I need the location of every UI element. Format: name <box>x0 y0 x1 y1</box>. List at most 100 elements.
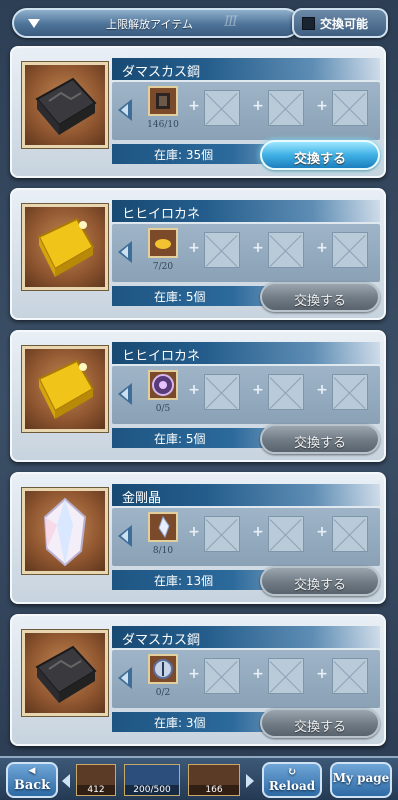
plus-icon: + <box>188 666 200 682</box>
requirement-item[interactable]: 0/5 <box>144 370 182 422</box>
exchange-label: 交換する <box>293 720 346 735</box>
plus-icon: + <box>188 98 200 114</box>
stock-count: 在庫: 5個 <box>154 290 206 304</box>
requirement-row: 146/10 + + + <box>112 82 380 140</box>
empty-slot <box>204 658 240 694</box>
damascus-steel-ore-icon <box>148 86 178 116</box>
exchange-button[interactable]: 交換する <box>260 708 380 738</box>
requirement-item[interactable]: 8/10 <box>144 512 182 564</box>
item-name: 金剛晶 <box>122 491 162 506</box>
requirement-item[interactable]: 0/2 <box>144 654 182 706</box>
compass-item-icon <box>148 654 178 684</box>
item-panel: ヒヒイロカネ 0/5 + + + 在庫: 5個 交換する <box>10 330 386 462</box>
reload-button[interactable]: ↻ Reload <box>262 762 322 798</box>
damascus-steel-icon[interactable] <box>22 62 108 148</box>
scroll-left-icon[interactable] <box>62 774 70 788</box>
requirement-item[interactable]: 146/10 <box>144 86 182 138</box>
plus-icon: + <box>188 382 200 398</box>
scroll-right-icon[interactable] <box>246 774 254 788</box>
empty-slot <box>332 658 368 694</box>
requirement-count: 0/2 <box>155 688 171 698</box>
arrow-left-icon <box>118 383 132 405</box>
back-arrow-icon: ◀ <box>28 766 36 776</box>
stock-count: 在庫: 13個 <box>154 574 214 588</box>
empty-slot <box>268 232 304 268</box>
item-name-bar: ダマスカス鋼 <box>112 58 380 80</box>
exchange-label: 交換する <box>293 436 346 451</box>
crystal-icon[interactable] <box>22 488 108 574</box>
plus-icon: + <box>252 666 264 682</box>
exchange-button[interactable]: 交換する <box>260 140 380 170</box>
filter-label: 上限解放アイテム <box>106 18 193 31</box>
requirement-row: 8/10 + + + <box>112 508 380 566</box>
reload-icon: ↻ <box>287 765 297 778</box>
item-panel: 金剛晶 8/10 + + + 在庫: 13個 交換する <box>10 472 386 604</box>
counter-slot-3: 166 <box>188 764 240 796</box>
hihiirokane-icon[interactable] <box>22 346 108 432</box>
item-name: ヒヒイロカネ <box>122 349 201 364</box>
requirement-count: 8/10 <box>152 546 174 556</box>
requirement-count: 146/10 <box>147 120 179 130</box>
plus-icon: + <box>188 240 200 256</box>
counter-slot-2: 200/500 <box>124 764 180 796</box>
item-panel: ヒヒイロカネ 7/20 + + + 在庫: 5個 交換する <box>10 188 386 320</box>
mypage-button[interactable]: My page <box>330 762 392 798</box>
header-bar: 上限解放アイテム Ⅲ 交換可能 <box>0 0 398 44</box>
dropdown-triangle-icon <box>28 19 40 28</box>
stock-count: 在庫: 3個 <box>154 716 206 730</box>
empty-slot <box>332 516 368 552</box>
plus-icon: + <box>252 524 264 540</box>
item-name-bar: ヒヒイロカネ <box>112 200 380 222</box>
empty-slot <box>332 90 368 126</box>
mypage-label: My page <box>332 771 390 785</box>
counter-slot-1: 412 <box>76 764 116 796</box>
arrow-left-icon <box>118 667 132 689</box>
plus-icon: + <box>252 382 264 398</box>
back-button[interactable]: ◀ Back <box>6 762 58 798</box>
stock-count: 在庫: 35個 <box>154 148 214 162</box>
requirement-row: 0/2 + + + <box>112 650 380 708</box>
item-panel: ダマスカス鋼 0/2 + + + 在庫: 3個 交換する <box>10 614 386 746</box>
checkbox-icon[interactable] <box>302 17 315 30</box>
crest-emblem-icon <box>148 370 178 400</box>
empty-slot <box>204 374 240 410</box>
item-name-bar: ダマスカス鋼 <box>112 626 380 648</box>
damascus-steel-icon[interactable] <box>22 630 108 716</box>
empty-slot <box>268 658 304 694</box>
toggle-label: 交換可能 <box>320 17 369 31</box>
requirement-count: 7/20 <box>152 262 174 272</box>
exchange-label: 交換する <box>293 578 346 593</box>
plus-icon: + <box>252 240 264 256</box>
requirement-count: 0/5 <box>155 404 171 414</box>
arrow-left-icon <box>118 99 132 121</box>
back-label: Back <box>13 778 51 793</box>
requirement-row: 0/5 + + + <box>112 366 380 424</box>
exchange-button[interactable]: 交換する <box>260 424 380 454</box>
empty-slot <box>268 516 304 552</box>
item-name: ヒヒイロカネ <box>122 207 201 222</box>
item-name-bar: 金剛晶 <box>112 484 380 506</box>
plus-icon: + <box>316 382 328 398</box>
plus-icon: + <box>252 98 264 114</box>
empty-slot <box>332 232 368 268</box>
empty-slot <box>204 90 240 126</box>
empty-slot <box>204 516 240 552</box>
hihiirokane-icon[interactable] <box>22 204 108 290</box>
counter-value-1: 412 <box>77 785 115 795</box>
item-name-bar: ヒヒイロカネ <box>112 342 380 364</box>
arrow-left-icon <box>118 525 132 547</box>
exchange-label: 交換する <box>293 294 346 309</box>
counter-value-2: 200/500 <box>125 785 179 795</box>
arrow-left-icon <box>118 241 132 263</box>
empty-slot <box>268 90 304 126</box>
requirement-row: 7/20 + + + <box>112 224 380 282</box>
plus-icon: + <box>188 524 200 540</box>
requirement-item[interactable]: 7/20 <box>144 228 182 280</box>
crystal-shard-icon <box>148 512 178 542</box>
exchangeable-toggle[interactable]: 交換可能 <box>292 8 388 38</box>
item-panel: ダマスカス鋼 146/10 + + + 在庫: 35個 交換する <box>10 46 386 178</box>
exchange-button[interactable]: 交換する <box>260 282 380 312</box>
footer-bar: ◀ Back 412 200/500 166 ↻ Reload My page <box>0 756 398 800</box>
filter-dropdown[interactable]: 上限解放アイテム Ⅲ <box>12 8 300 38</box>
exchange-button[interactable]: 交換する <box>260 566 380 596</box>
